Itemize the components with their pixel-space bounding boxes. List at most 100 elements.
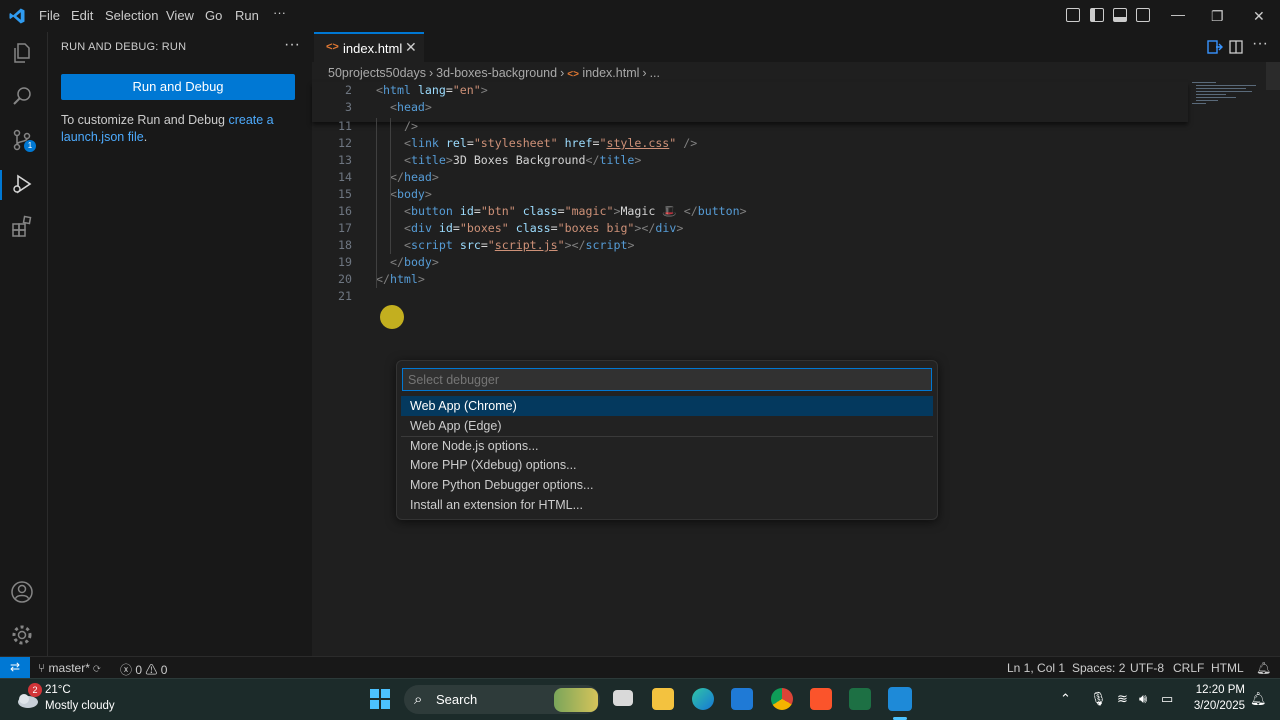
tab-index-html[interactable]: <> index.html ✕ <box>314 32 424 62</box>
run-debug-icon[interactable] <box>10 172 34 196</box>
menu-selection[interactable]: Selection <box>105 8 158 23</box>
menu-go[interactable]: Go <box>205 8 222 23</box>
menu-view[interactable]: View <box>166 8 194 23</box>
notification-center-icon[interactable]: 🔔︎ <box>1250 691 1267 707</box>
search-icon[interactable] <box>10 84 34 108</box>
breadcrumb-subfolder[interactable]: 3d-boxes-background <box>436 66 557 80</box>
problems-status[interactable]: ⓧ 0 ⚠ 0 <box>120 661 167 678</box>
debugger-option[interactable]: Web App (Chrome) <box>401 396 933 416</box>
code-line[interactable]: 16 <button id="btn" class="magic">Magic 🎩… <box>312 203 1188 220</box>
file-explorer-icon[interactable] <box>652 688 674 710</box>
code-token: > <box>424 187 432 201</box>
breadcrumb-folder[interactable]: 50projects50days <box>328 66 426 80</box>
sticky-scroll-header[interactable]: 2 <html lang="en"> 3 <head> <box>312 82 1188 122</box>
language-mode[interactable]: HTML <box>1211 661 1244 675</box>
vscode-taskbar-icon[interactable] <box>888 687 912 711</box>
end-of-line[interactable]: CRLF <box>1173 661 1204 675</box>
code-line[interactable]: 21 <box>312 288 1188 305</box>
code-line[interactable]: 20 </html> <box>312 271 1188 288</box>
source-control-badge: 1 <box>24 140 36 152</box>
debugger-option[interactable]: More Node.js options... <box>401 436 933 456</box>
battery-icon[interactable]: ▭ <box>1161 691 1173 707</box>
open-preview-icon[interactable] <box>1207 40 1223 54</box>
explorer-icon[interactable] <box>10 41 34 65</box>
menu-file[interactable]: File <box>39 8 60 23</box>
code-area[interactable]: 2 <html lang="en"> 3 <head> 11/> 12 <link rel=… <box>312 82 1192 362</box>
line-number: 19 <box>338 255 352 269</box>
line-number: 11 <box>338 119 352 133</box>
code-token: head <box>396 100 425 114</box>
restore-icon[interactable]: ❐ <box>1211 8 1224 25</box>
brave-browser-icon[interactable] <box>810 688 832 710</box>
code-line[interactable]: 18 <script src="script.js"></script> <box>312 237 1188 254</box>
code-line[interactable]: 12 <link rel="stylesheet" href="style.css… <box>312 135 1188 152</box>
select-debugger-input[interactable] <box>402 368 932 391</box>
code-token: body <box>396 187 425 201</box>
excel-icon[interactable] <box>849 688 871 710</box>
menu-more[interactable]: ··· <box>273 5 286 20</box>
html-file-icon: <> <box>326 41 339 53</box>
sidebar-more-icon[interactable]: ··· <box>284 36 300 54</box>
code-line[interactable]: 17 <div id="boxes" class="boxes big"></di… <box>312 220 1188 237</box>
toggle-secondary-sidebar-icon[interactable] <box>1136 8 1150 22</box>
source-control-icon[interactable]: 1 <box>10 128 36 152</box>
cursor-position[interactable]: Ln 1, Col 1 <box>1007 661 1065 675</box>
title-bar: File Edit Selection View Go Run ··· — ❐ … <box>0 0 1280 32</box>
code-line[interactable]: 11 /> <box>312 118 1188 135</box>
microphone-icon[interactable]: 🎙︎ <box>1090 691 1107 707</box>
customize-layout-icon[interactable] <box>1066 8 1080 22</box>
indentation[interactable]: Spaces: 2 <box>1072 661 1125 675</box>
vscode-logo-icon[interactable] <box>8 7 26 25</box>
branch-status[interactable]: ⑂ master* ⟳ <box>38 661 100 675</box>
weather-condition[interactable]: Mostly cloudy <box>45 700 115 712</box>
outlook-icon[interactable] <box>731 688 753 710</box>
split-editor-icon[interactable] <box>1229 40 1243 54</box>
run-and-debug-button[interactable]: Run and Debug <box>61 74 295 100</box>
toggle-primary-sidebar-icon[interactable] <box>1090 8 1104 22</box>
debugger-option[interactable]: Web App (Edge) <box>401 416 933 436</box>
code-line[interactable]: 3 <head> <box>312 99 1188 116</box>
extensions-icon[interactable] <box>10 215 34 239</box>
vertical-scrollbar[interactable] <box>1266 62 1280 90</box>
remote-indicator-icon[interactable]: ⇄ <box>0 657 30 678</box>
taskbar-search-box[interactable]: ⌕ Search <box>404 685 600 714</box>
menu-run[interactable]: Run <box>235 8 259 23</box>
weather-temperature[interactable]: 21°C <box>45 684 71 696</box>
tab-close-icon[interactable]: ✕ <box>405 39 417 56</box>
minimap[interactable] <box>1192 80 1272 110</box>
chrome-icon[interactable] <box>771 688 793 710</box>
code-line[interactable]: 19 </body> <box>312 254 1188 271</box>
close-window-icon[interactable]: ✕ <box>1253 8 1265 25</box>
edge-browser-icon[interactable] <box>692 688 714 710</box>
debugger-option[interactable]: More PHP (Xdebug) options... <box>401 455 933 475</box>
breadcrumb: 50projects50days › 3d-boxes-background › <> … <box>328 66 660 80</box>
task-view-icon[interactable] <box>613 690 633 706</box>
clock-date[interactable]: 3/20/2025 <box>1185 700 1245 712</box>
line-number: 15 <box>338 187 352 201</box>
accounts-icon[interactable] <box>10 580 34 604</box>
debugger-option[interactable]: More Python Debugger options... <box>401 475 933 495</box>
menu-edit[interactable]: Edit <box>71 8 93 23</box>
clock-time[interactable]: 12:20 PM <box>1195 684 1245 696</box>
manage-gear-icon[interactable] <box>10 623 34 647</box>
encoding[interactable]: UTF-8 <box>1130 661 1164 675</box>
wifi-icon[interactable]: ≋ <box>1117 691 1128 707</box>
code-line[interactable]: 14 </head> <box>312 169 1188 186</box>
code-line[interactable]: 13 <title>3D Boxes Background</title> <box>312 152 1188 169</box>
code-line[interactable]: 2 <html lang="en"> <box>312 82 1188 99</box>
breadcrumb-symbol[interactable]: ... <box>650 66 660 80</box>
minimize-icon[interactable]: — <box>1171 6 1185 22</box>
notifications-bell-icon[interactable]: 🔔︎ <box>1256 661 1271 675</box>
breadcrumb-file[interactable]: index.html <box>582 66 639 80</box>
code-token: < <box>376 83 383 97</box>
toggle-panel-icon[interactable] <box>1113 8 1127 22</box>
editor-more-icon[interactable]: ··· <box>1252 35 1268 53</box>
code-token: button <box>410 204 453 218</box>
code-line[interactable]: 15 <body> <box>312 186 1188 203</box>
volume-icon[interactable]: 🔊︎ <box>1139 691 1147 707</box>
start-windows-icon[interactable] <box>370 689 390 709</box>
debugger-option[interactable]: Install an extension for HTML... <box>401 495 933 515</box>
show-hidden-icons-icon[interactable]: ⌃ <box>1060 691 1071 707</box>
